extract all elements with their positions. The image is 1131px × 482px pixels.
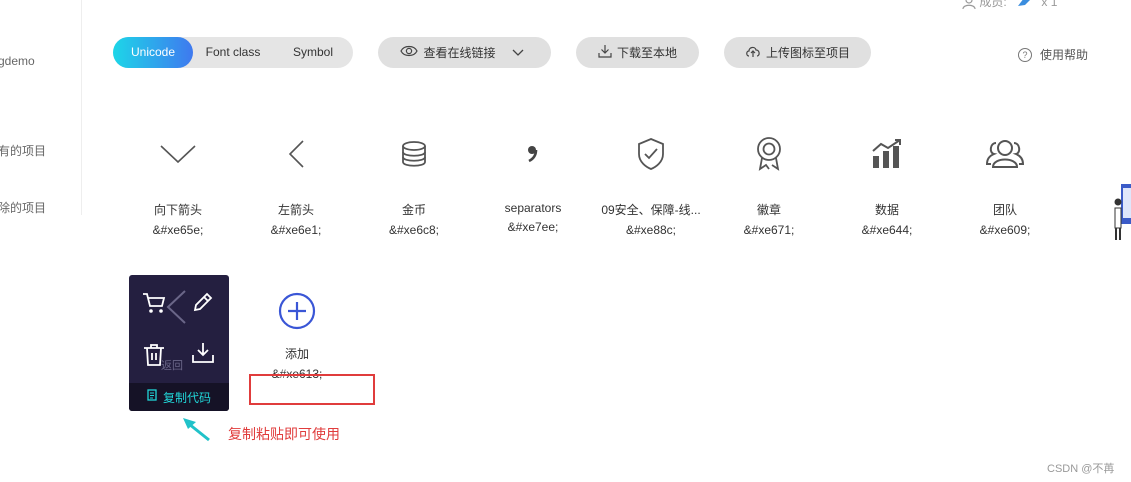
shield-check-icon xyxy=(592,134,710,174)
sidebar-item-my-projects[interactable]: 有的项目 xyxy=(0,142,46,159)
icon-name: 团队 xyxy=(992,203,1017,217)
team-icon xyxy=(946,134,1064,174)
icon-card[interactable]: 09安全、保障-线... &#xe88c; xyxy=(592,134,710,237)
icon-code: &#xe7ee; xyxy=(507,220,559,234)
pencil-icon[interactable] xyxy=(191,290,215,319)
copy-icon xyxy=(147,389,159,405)
member-label: 成员: xyxy=(979,0,1007,9)
cloud-upload-icon xyxy=(745,45,766,61)
member-count: x 1 xyxy=(1041,0,1058,9)
icon-name: 数据 xyxy=(874,203,899,217)
icon-code: &#xe65e; xyxy=(152,223,204,237)
tab-font-class[interactable]: Font class xyxy=(193,37,273,68)
cart-icon[interactable] xyxy=(142,292,166,319)
icon-code: &#xe644; xyxy=(861,223,913,237)
edge-illustration xyxy=(1113,184,1131,242)
view-online-link-button[interactable]: 查看在线链接 xyxy=(378,37,551,68)
question-icon: ? xyxy=(1018,47,1032,62)
icon-code: &#xe6c8; xyxy=(388,223,440,237)
icon-code: &#xe88c; xyxy=(625,223,677,237)
annotation-note: 复制粘贴即可使用 xyxy=(228,426,340,442)
download-icon xyxy=(598,44,617,61)
sidebar-item-demo[interactable]: gdemo xyxy=(0,54,35,68)
help-label: 使用帮助 xyxy=(1040,48,1089,62)
chevron-left-icon xyxy=(237,134,355,174)
icon-name: 左箭头 xyxy=(277,203,314,217)
icon-name: separators xyxy=(504,201,562,215)
trash-icon[interactable] xyxy=(143,343,165,372)
icon-card[interactable]: 团队 &#xe609; xyxy=(946,134,1064,237)
chevron-down-icon[interactable] xyxy=(512,46,529,60)
icon-code: &#xe6e1; xyxy=(270,223,322,237)
coins-icon xyxy=(355,134,473,174)
sidebar-item-deleted-projects[interactable]: 除的项目 xyxy=(0,199,46,215)
copy-code-label: 复制代码 xyxy=(162,390,211,405)
icon-card[interactable]: 左箭头 &#xe6e1; xyxy=(237,134,355,237)
download-button[interactable]: 下载至本地 xyxy=(576,37,699,68)
icon-card[interactable]: 向下箭头 &#xe65e; xyxy=(119,134,237,237)
tab-unicode[interactable]: Unicode xyxy=(113,37,193,68)
member-info: 成员: x 1 xyxy=(962,0,1057,10)
chevron-left-icon xyxy=(165,289,187,330)
chevron-down-icon xyxy=(119,134,237,174)
code-highlight-box xyxy=(249,374,375,405)
upload-label: 上传图标至项目 xyxy=(765,46,850,60)
sidebar: gdemo 有的项目 除的项目 xyxy=(0,0,82,215)
eye-icon xyxy=(400,45,423,60)
icon-card[interactable]: 数据 &#xe644; xyxy=(828,134,946,237)
plus-circle-icon xyxy=(238,291,356,331)
avatar xyxy=(1016,0,1032,10)
watermark: CSDN @不苒 xyxy=(1047,463,1115,475)
icon-name: 09安全、保障-线... xyxy=(601,203,701,217)
icon-name: 向下箭头 xyxy=(153,203,202,217)
icon-name: 金币 xyxy=(401,203,426,217)
user-icon xyxy=(962,0,976,9)
icon-hover-card[interactable]: 返回 复制代码 xyxy=(129,275,229,411)
view-online-link-label: 查看在线链接 xyxy=(423,46,496,60)
annotation-arrow-icon xyxy=(181,416,211,447)
icon-card[interactable]: 徽章 &#xe671; xyxy=(710,134,828,237)
download-label: 下载至本地 xyxy=(616,46,677,60)
comma-icon xyxy=(474,134,592,174)
icon-code: &#xe609; xyxy=(979,223,1031,237)
code-type-tabs: Unicode Font class Symbol xyxy=(113,37,353,68)
icon-card[interactable]: separators &#xe7ee; xyxy=(474,134,592,234)
badge-icon xyxy=(710,134,828,174)
icon-name: 添加 xyxy=(284,347,309,361)
tab-symbol[interactable]: Symbol xyxy=(273,37,353,68)
bar-chart-icon xyxy=(828,134,946,174)
help-link[interactable]: ? 使用帮助 xyxy=(1018,46,1088,63)
icon-card[interactable]: 金币 &#xe6c8; xyxy=(355,134,473,237)
download-icon[interactable] xyxy=(191,342,215,369)
icon-card[interactable]: 添加 &#xe613; xyxy=(238,291,356,381)
copy-code-button[interactable]: 复制代码 xyxy=(129,383,229,411)
upload-button[interactable]: 上传图标至项目 xyxy=(724,37,871,68)
icon-code: &#xe671; xyxy=(743,223,795,237)
icon-name: 徽章 xyxy=(756,203,781,217)
